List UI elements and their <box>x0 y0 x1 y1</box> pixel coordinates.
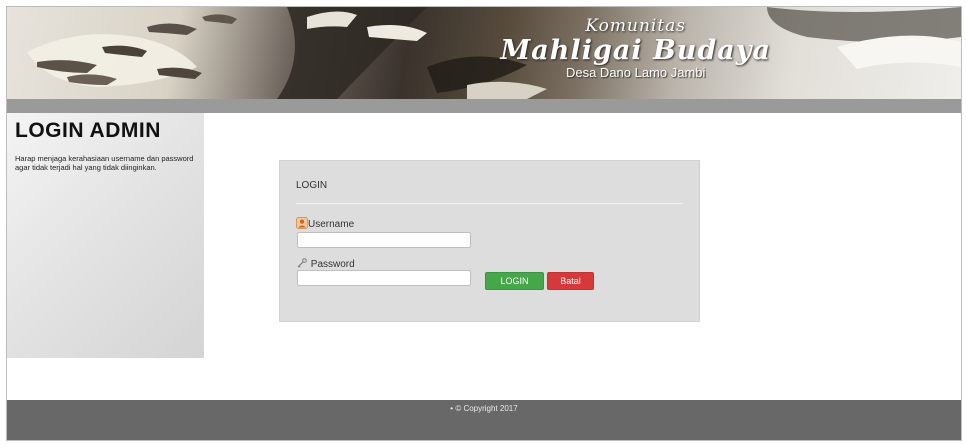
login-button[interactable]: LOGIN <box>485 272 544 290</box>
footer: • © Copyright 2017 <box>7 400 961 440</box>
login-panel: LOGIN Username Password LOGIN Batal <box>279 160 700 322</box>
sidebar-message: Harap menjaga kerahasiaan username dan p… <box>15 154 194 172</box>
nav-bar <box>7 99 961 113</box>
copyright-text: • © Copyright 2017 <box>450 404 518 413</box>
banner-artwork <box>27 7 961 99</box>
password-input[interactable] <box>297 270 471 286</box>
cancel-button[interactable]: Batal <box>547 272 594 290</box>
sidebar-title: LOGIN ADMIN <box>15 119 161 142</box>
user-icon <box>296 217 308 232</box>
username-label: Username <box>296 217 354 232</box>
login-heading: LOGIN <box>296 180 328 191</box>
username-input[interactable] <box>297 232 471 248</box>
page-frame: Komunitas Mahligai Budaya Desa Dano Lamo… <box>6 6 962 441</box>
password-label-text: Password <box>310 259 355 271</box>
header-banner: Komunitas Mahligai Budaya Desa Dano Lamo… <box>7 7 961 99</box>
username-label-text: Username <box>308 219 355 231</box>
sidebar: LOGIN ADMIN Harap menjaga kerahasiaan us… <box>7 113 204 358</box>
brand-line-3: Desa Dano Lamo Jambi <box>565 65 706 80</box>
brand-line-2: Mahligai Budaya <box>500 35 771 66</box>
brand-line-1: Komunitas <box>585 16 687 36</box>
divider <box>296 203 683 204</box>
brand-logo: Komunitas Mahligai Budaya Desa Dano Lamo… <box>500 17 771 80</box>
